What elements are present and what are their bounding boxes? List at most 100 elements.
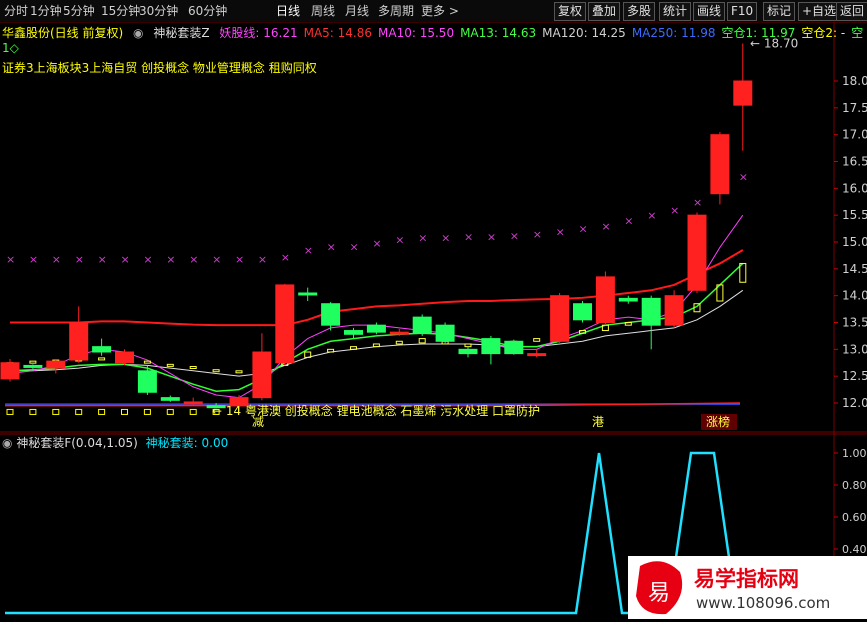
marker-point-20: × <box>464 231 473 244</box>
period-tab-3[interactable]: 15分钟 <box>101 3 140 19</box>
marker-point-4: × <box>98 253 107 266</box>
toolbar-button-4[interactable]: 画线 <box>693 2 726 21</box>
candle-body-18 <box>412 316 432 334</box>
bottom-square-6 <box>143 408 151 415</box>
period-tab-2[interactable]: 5分钟 <box>63 3 95 19</box>
candle-body-11 <box>252 351 272 399</box>
indicator-value-7: 空仓2: - <box>801 26 846 40</box>
period-tab-9[interactable]: 多周期 <box>378 3 414 19</box>
toolbar-button-8[interactable]: 返回 <box>836 2 867 21</box>
signal-bar-15 <box>350 346 357 350</box>
marker-point-2: × <box>52 253 61 266</box>
candle-body-26 <box>595 276 615 323</box>
toolbar: 分时 1分钟 5分钟 15分钟 30分钟 60分钟 日线 周线 月线 多周期 更多 > 复权 叠加 多股统… <box>0 0 867 23</box>
price-label-11: 12.50 <box>842 369 867 383</box>
logo-icon-char: 易 <box>648 581 670 606</box>
toolbar-button-6[interactable]: 标记 <box>763 2 796 21</box>
sub-label-1: 0.80 <box>842 479 867 492</box>
candle-body-30 <box>687 214 707 291</box>
indicator-value-3: MA13: 14.63 <box>460 26 537 40</box>
signal-bar-17 <box>395 340 403 345</box>
period-tab-7[interactable]: 周线 <box>311 3 335 19</box>
bottom-square-2 <box>52 408 60 415</box>
marker-point-22: × <box>510 230 519 243</box>
marker-point-6: × <box>143 253 152 266</box>
marker-point-26: × <box>601 220 610 233</box>
sub-chart-header: ◉ 神秘套装F(0.04,1.05) 神秘套装: 0.00 <box>2 434 228 451</box>
candle-body-29 <box>664 295 684 326</box>
candle-body-28 <box>641 297 661 326</box>
marker-point-24: × <box>556 225 565 238</box>
toolbar-button-5[interactable]: F10 <box>727 2 758 21</box>
signal-bar-16 <box>372 343 380 348</box>
period-tab-5[interactable]: 60分钟 <box>188 3 227 19</box>
price-label-7: 14.50 <box>842 262 867 276</box>
stock-title[interactable]: 华鑫股份(日线 前复权) <box>2 26 123 40</box>
event-tag-hk: 港 <box>592 415 604 429</box>
price-label-4: 16.00 <box>842 181 867 195</box>
indicator-name[interactable]: 神秘套装Z <box>153 26 209 40</box>
marker-point-0: × <box>6 253 15 266</box>
marker-point-16: × <box>372 237 381 250</box>
indicator-value-6: 空仓1: 11.97 <box>721 26 796 40</box>
sub-indicator-name[interactable]: 神秘套装F(0.04,1.05) <box>16 436 138 450</box>
candle-body-20 <box>458 348 478 355</box>
signal-bar-7 <box>166 363 174 367</box>
price-label-5: 15.50 <box>842 208 867 222</box>
indicator-value-5: MA250: 11.98 <box>631 26 716 40</box>
marker-point-3: × <box>75 253 84 266</box>
toolbar-button-1[interactable]: 叠加 <box>588 2 621 21</box>
marker-point-14: × <box>327 240 336 253</box>
indicator-dot-icon[interactable]: ◉ <box>133 26 143 40</box>
candle-body-31 <box>710 134 730 195</box>
period-tab-6[interactable]: 日线 <box>276 3 300 19</box>
indicator-value-0: 妖股线: 16.21 <box>219 26 298 40</box>
watermark-logo: 易 易学指标网 www.108096.com <box>628 556 867 619</box>
toolbar-button-7[interactable]: +自选 <box>798 2 841 21</box>
toolbar-button-0[interactable]: 复权 <box>554 2 587 21</box>
bottom-square-8 <box>189 408 197 415</box>
marker-point-11: × <box>258 253 267 266</box>
candle-body-19 <box>435 324 455 342</box>
marker-point-21: × <box>487 231 496 244</box>
bottom-square-5 <box>121 408 128 415</box>
indicator-dot-icon[interactable]: ◉ <box>2 436 12 450</box>
signal-bar-27 <box>624 322 632 326</box>
price-label-2: 17.00 <box>842 128 867 142</box>
period-tab-10[interactable]: 更多 > <box>421 3 459 19</box>
candle-body-12 <box>275 284 295 364</box>
toolbar-button-3[interactable]: 统计 <box>659 2 692 21</box>
candle-body-3 <box>69 322 89 361</box>
news-concepts: ← 14 粤港澳 创投概念 锂电池概念 石墨烯 污水处理 口罩防护 <box>212 403 540 418</box>
bottom-square-0 <box>6 408 14 415</box>
period-tab-8[interactable]: 月线 <box>345 3 369 19</box>
marker-point-30: × <box>693 196 702 209</box>
price-label-10: 13.00 <box>842 342 867 356</box>
marker-point-18: × <box>418 232 427 245</box>
candle-body-14 <box>321 303 341 326</box>
signal-bar-10 <box>235 370 243 374</box>
candle-body-6 <box>137 370 157 393</box>
candle-body-8 <box>183 401 203 405</box>
signal-bar-6 <box>143 360 151 364</box>
marker-point-28: × <box>647 209 656 222</box>
marker-point-5: × <box>121 253 130 266</box>
marker-point-1: × <box>29 253 38 266</box>
marker-point-8: × <box>189 253 198 266</box>
bottom-square-1 <box>29 408 37 415</box>
signal-bar-9 <box>212 369 220 373</box>
period-tab-4[interactable]: 30分钟 <box>139 3 178 19</box>
marker-point-13: × <box>304 244 313 257</box>
marker-point-19: × <box>441 232 450 245</box>
price-label-3: 16.50 <box>842 155 867 169</box>
period-tab-1[interactable]: 1分钟 <box>30 3 62 19</box>
sub-label-0: 1.00 <box>842 447 867 460</box>
candle-body-1 <box>23 364 43 368</box>
candle-body-0 <box>0 362 20 380</box>
period-tab-0[interactable]: 分时 <box>4 3 28 19</box>
toolbar-button-2[interactable]: 多股 <box>623 2 656 21</box>
marker-point-top: × <box>739 171 748 184</box>
marker-point-9: × <box>212 253 221 266</box>
candle-body-27 <box>618 297 638 302</box>
candle-body-4 <box>92 346 112 353</box>
